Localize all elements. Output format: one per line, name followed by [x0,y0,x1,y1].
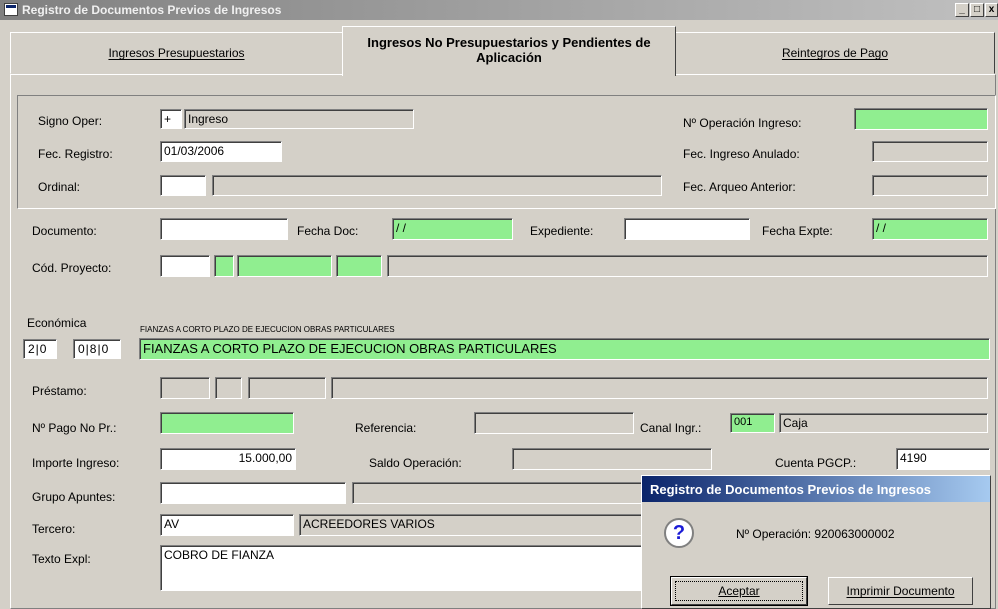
signo-oper-desc-field: Ingreso [184,109,414,129]
grupo-apuntes-desc-field [352,482,642,504]
fec-registro-field[interactable]: 01/03/2006 [160,141,282,162]
ordinal-code-field[interactable] [160,175,206,196]
maximize-button[interactable]: □ [970,3,984,17]
num-pago-field[interactable] [160,412,294,434]
economica-caption: FIANZAS A CORTO PLAZO DE EJECUCION OBRAS… [140,325,395,334]
cod-proyecto-field-3[interactable] [237,255,332,277]
referencia-field [474,412,634,434]
tercero-label: Tercero: [32,522,76,536]
cod-proyecto-field-1[interactable] [160,255,210,277]
confirmation-dialog: Registro de Documentos Previos de Ingres… [641,475,991,609]
cuenta-pgcp-label: Cuenta PGCP.: [775,456,857,470]
expediente-label: Expediente: [530,224,594,238]
tab-label: Ingresos Presupuestarios [108,46,245,60]
window-titlebar: Registro de Documentos Previos de Ingres… [0,0,998,20]
canal-ingr-desc-field: Caja [779,413,988,433]
signo-oper-sign-field[interactable]: + [160,109,182,129]
cod-proyecto-field-4[interactable] [336,255,382,277]
documento-field[interactable] [160,218,288,240]
canal-ingr-label: Canal Ingr.: [640,421,702,435]
economica-desc-field: FIANZAS A CORTO PLAZO DE EJECUCION OBRAS… [139,338,990,360]
texto-expl-label: Texto Expl: [32,552,91,566]
cuenta-pgcp-field[interactable]: 4190 [896,448,990,470]
cod-proyecto-label: Cód. Proyecto: [32,261,112,275]
aceptar-button[interactable]: Aceptar [670,576,808,606]
grupo-apuntes-field[interactable] [160,482,346,504]
texto-expl-field[interactable]: COBRO DE FIANZA [160,545,642,591]
num-operacion-ingreso-label: Nº Operación Ingreso: [683,116,802,130]
tab-label: Ingresos No Presupuestarios y Pendientes… [367,35,651,65]
window-title: Registro de Documentos Previos de Ingres… [22,3,282,17]
close-button[interactable]: x [985,3,998,17]
ordinal-desc-field [212,175,662,196]
fecha-doc-field[interactable]: / / [392,218,513,240]
referencia-label: Referencia: [355,421,417,435]
grupo-apuntes-label: Grupo Apuntes: [32,490,116,504]
economica-code-1[interactable]: 2|0 [23,339,57,359]
economica-label: Económica [27,316,87,330]
tercero-desc-field: ACREEDORES VARIOS [299,514,642,536]
saldo-operacion-field [512,448,712,470]
tab-ingresos-no-presupuestarios[interactable]: Ingresos No Presupuestarios y Pendientes… [342,26,676,76]
economica-code-2[interactable]: 0|8|0 [73,339,121,359]
canal-ingr-code-field[interactable]: 001 [730,413,775,433]
documento-label: Documento: [32,224,97,238]
importe-ingreso-label: Importe Ingreso: [32,456,120,470]
tab-ingresos-presupuestarios[interactable]: Ingresos Presupuestarios [10,32,343,74]
imprimir-label: Imprimir Documento [846,584,955,598]
prestamo-field-2 [215,377,242,399]
tercero-code-field[interactable]: AV [160,514,294,536]
fec-arqueo-anterior-field [872,175,988,196]
importe-ingreso-field[interactable]: 15.000,00 [160,448,296,470]
fec-ingreso-anulado-label: Fec. Ingreso Anulado: [683,147,800,161]
tab-label: Reintegros de Pago [781,46,889,60]
cod-proyecto-desc-field [387,255,988,277]
signo-oper-label: Signo Oper: [38,114,103,128]
dialog-title: Registro de Documentos Previos de Ingres… [642,476,990,502]
app-icon [4,3,18,16]
dialog-message: Nº Operación: 920063000002 [736,527,895,541]
fec-ingreso-anulado-field [872,141,988,162]
prestamo-desc-field [331,377,988,399]
num-operacion-ingreso-field[interactable] [854,108,988,130]
fec-registro-label: Fec. Registro: [38,147,113,161]
fecha-doc-label: Fecha Doc: [297,224,359,238]
fecha-expte-label: Fecha Expte: [762,224,833,238]
cod-proyecto-field-2[interactable] [214,255,234,277]
minimize-button[interactable]: _ [955,3,969,17]
question-icon: ? [664,518,694,548]
fecha-expte-field[interactable]: / / [872,218,988,240]
ordinal-label: Ordinal: [38,180,81,194]
prestamo-field-3 [248,377,326,399]
tab-reintegros-de-pago[interactable]: Reintegros de Pago [675,32,995,74]
aceptar-label: Aceptar [718,584,760,598]
prestamo-label: Préstamo: [32,384,87,398]
saldo-operacion-label: Saldo Operación: [369,456,462,470]
expediente-field[interactable] [624,218,750,240]
prestamo-field-1 [160,377,210,399]
fec-arqueo-anterior-label: Fec. Arqueo Anterior: [683,180,796,194]
imprimir-documento-button[interactable]: Imprimir Documento [828,577,973,605]
num-pago-label: Nº Pago No Pr.: [32,421,117,435]
